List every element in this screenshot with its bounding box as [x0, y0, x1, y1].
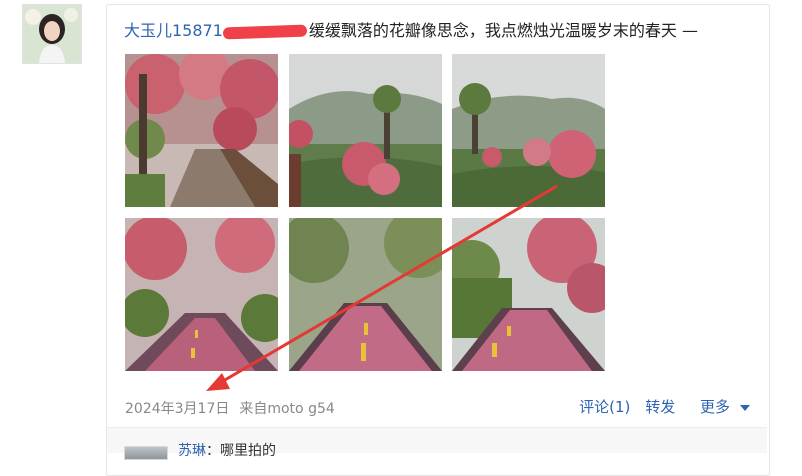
comment-text: ：哪里拍的 — [206, 443, 276, 459]
avatar[interactable] — [22, 4, 82, 64]
more-button[interactable]: 更多 — [690, 398, 750, 416]
repost-button[interactable]: 转发 — [645, 398, 675, 416]
post-meta: 2024年3月17日 来自moto g54 — [125, 398, 335, 418]
post-date[interactable]: 2024年3月17日 — [125, 401, 229, 417]
photo-4[interactable] — [125, 218, 278, 371]
post-source: 来自moto g54 — [239, 401, 335, 417]
post-username[interactable]: 大玉儿15871 — [124, 21, 223, 40]
post-header: 大玉儿15871 缓缓飘落的花瓣像思念，我点燃烛光温暖岁末的春天 — — [124, 20, 698, 42]
photo-5[interactable] — [289, 218, 442, 371]
photo-2[interactable] — [289, 54, 442, 207]
post-actions: 评论(1) 转发 更多 — [569, 396, 750, 417]
comment-username[interactable]: 苏琳 — [178, 443, 206, 459]
comment-button[interactable]: 评论(1) — [579, 398, 630, 416]
avatar-image — [23, 5, 81, 63]
chevron-down-icon — [740, 404, 750, 411]
photo-1[interactable] — [125, 54, 278, 207]
photo-3[interactable] — [452, 54, 605, 207]
comment-avatar[interactable] — [124, 446, 168, 460]
more-label: 更多 — [699, 398, 730, 416]
redaction-mark — [222, 24, 308, 39]
post-text: 缓缓飘落的花瓣像思念，我点燃烛光温暖岁末的春天 — — [308, 21, 698, 40]
comment-line: 苏琳：哪里拍的 — [178, 440, 276, 460]
photo-6[interactable] — [452, 218, 605, 371]
